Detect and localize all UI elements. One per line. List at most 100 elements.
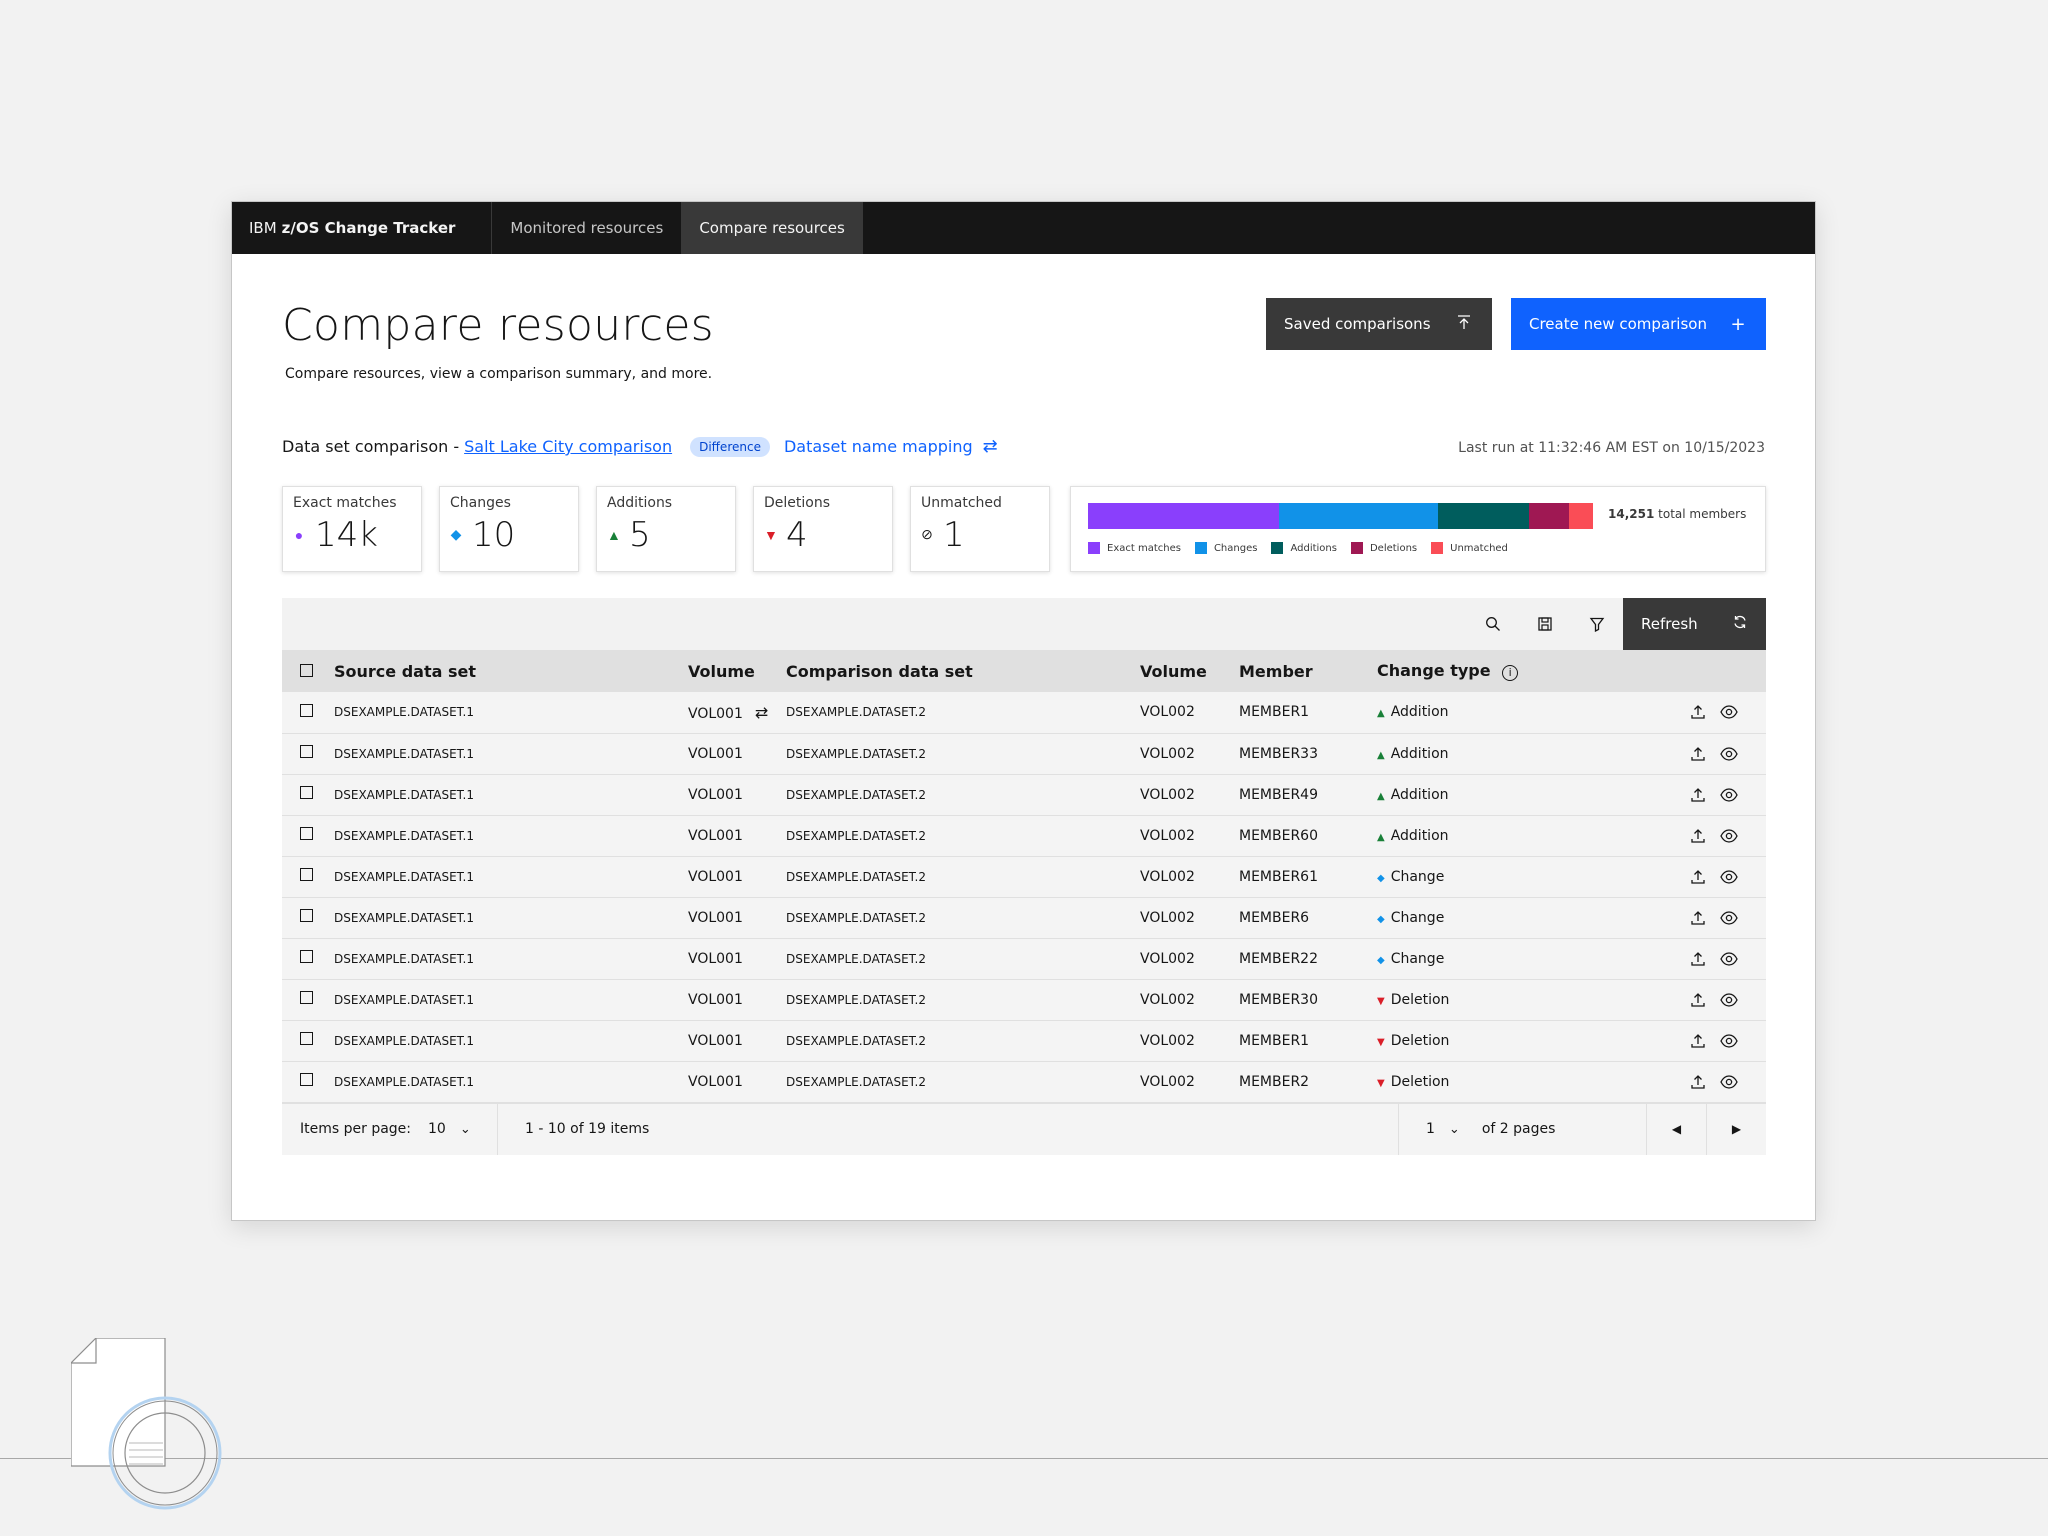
bar-segment-unmatched[interactable]: [1569, 503, 1593, 529]
table-row[interactable]: DSEXAMPLE.DATASET.1 VOL001 DSEXAMPLE.DATAS…: [282, 733, 1766, 774]
row-actions: [1630, 938, 1766, 979]
saved-comparisons-button[interactable]: Saved comparisons: [1266, 298, 1492, 350]
view-icon[interactable]: [1720, 702, 1738, 722]
member-name: MEMBER49: [1239, 786, 1318, 803]
row-checkbox[interactable]: [282, 692, 334, 733]
row-checkbox[interactable]: [282, 856, 334, 897]
member-name: MEMBER30: [1239, 991, 1318, 1008]
card-value: 4: [786, 515, 808, 555]
export-icon[interactable]: [1690, 1031, 1706, 1051]
export-icon[interactable]: [1690, 785, 1706, 805]
export-icon[interactable]: [1690, 867, 1706, 887]
comparison-data-set: DSEXAMPLE.DATASET.2: [786, 828, 927, 843]
export-icon[interactable]: [1690, 744, 1706, 764]
view-icon[interactable]: [1720, 867, 1738, 887]
change-type-label: Addition: [1390, 786, 1449, 803]
view-icon[interactable]: [1720, 1031, 1738, 1051]
table-row[interactable]: DSEXAMPLE.DATASET.1 VOL001 DSEXAMPLE.DATAS…: [282, 815, 1766, 856]
export-icon[interactable]: [1690, 702, 1706, 722]
select-all-checkbox[interactable]: [282, 650, 334, 692]
view-icon[interactable]: [1720, 949, 1738, 969]
row-checkbox[interactable]: [282, 938, 334, 979]
filter-icon[interactable]: [1571, 598, 1623, 650]
view-icon[interactable]: [1720, 785, 1738, 805]
export-icon[interactable]: [1690, 949, 1706, 969]
legend-item: Deletions: [1350, 542, 1417, 554]
next-page-button[interactable]: ▶: [1706, 1103, 1766, 1155]
bar-segment-changes[interactable]: [1278, 503, 1438, 529]
arrows-horizontal-icon[interactable]: ⇄: [755, 703, 768, 722]
row-checkbox[interactable]: [282, 897, 334, 938]
export-icon[interactable]: [1690, 908, 1706, 928]
bar-segment-deletions[interactable]: [1528, 503, 1570, 529]
header-change-type-label: Change type: [1377, 661, 1491, 680]
view-icon[interactable]: [1720, 826, 1738, 846]
row-checkbox[interactable]: [282, 774, 334, 815]
view-icon[interactable]: [1720, 1072, 1738, 1092]
search-icon[interactable]: [1467, 598, 1519, 650]
table-row[interactable]: DSEXAMPLE.DATASET.1 VOL001 DSEXAMPLE.DATAS…: [282, 897, 1766, 938]
table-row[interactable]: DSEXAMPLE.DATASET.1 VOL001 DSEXAMPLE.DATAS…: [282, 938, 1766, 979]
table-row[interactable]: DSEXAMPLE.DATASET.1 VOL001 DSEXAMPLE.DATAS…: [282, 774, 1766, 815]
table-row[interactable]: DSEXAMPLE.DATASET.1 VOL001 DSEXAMPLE.DATAS…: [282, 856, 1766, 897]
comparison-volume: VOL002: [1140, 991, 1195, 1008]
comparison-name-link[interactable]: Salt Lake City comparison: [464, 437, 672, 456]
triangle-down-icon: ▼: [764, 527, 778, 544]
export-icon[interactable]: [1690, 1072, 1706, 1092]
row-checkbox[interactable]: [282, 979, 334, 1020]
bar-segment-exact-matches[interactable]: [1088, 503, 1279, 529]
header-volume-source[interactable]: Volume: [688, 650, 786, 692]
save-icon[interactable]: [1519, 598, 1571, 650]
header-member[interactable]: Member: [1239, 650, 1377, 692]
info-icon[interactable]: i: [1502, 665, 1519, 681]
row-checkbox[interactable]: [282, 815, 334, 856]
row-checkbox[interactable]: [282, 1061, 334, 1102]
legend-swatch: [1194, 542, 1207, 554]
comparison-data-set: DSEXAMPLE.DATASET.2: [786, 787, 927, 802]
brand[interactable]: IBM z/OS Change Tracker: [232, 202, 493, 254]
page-select[interactable]: 1 ⌄: [1426, 1121, 1460, 1137]
caret-right-icon: ▶: [1731, 1122, 1742, 1136]
table-row[interactable]: DSEXAMPLE.DATASET.1 VOL001 DSEXAMPLE.DATAS…: [282, 1020, 1766, 1061]
header-source-data-set[interactable]: Source data set: [334, 650, 688, 692]
tab-monitored-resources[interactable]: Monitored resources: [492, 202, 681, 254]
view-icon[interactable]: [1720, 990, 1738, 1010]
table-row[interactable]: DSEXAMPLE.DATASET.1 VOL001 ⇄ DSEXAMPLE.DATA…: [282, 692, 1766, 733]
table-row[interactable]: DSEXAMPLE.DATASET.1 VOL001 DSEXAMPLE.DATAS…: [282, 1061, 1766, 1102]
create-new-comparison-button[interactable]: Create new comparison +: [1511, 298, 1766, 350]
legend-item: Exact matches: [1088, 542, 1181, 554]
dataset-name-mapping-link[interactable]: Dataset name mapping: [784, 437, 973, 456]
table-row[interactable]: DSEXAMPLE.DATASET.1 VOL001 DSEXAMPLE.DATAS…: [282, 979, 1766, 1020]
bar-segment-additions[interactable]: [1437, 503, 1529, 529]
pagination: Items per page: 10 ⌄ 1 - 10 of 19 items …: [282, 1102, 1766, 1155]
row-checkbox[interactable]: [282, 1020, 334, 1061]
view-icon[interactable]: [1720, 908, 1738, 928]
arrows-horizontal-icon[interactable]: ⇄: [983, 436, 998, 457]
items-per-page-label: Items per page:: [300, 1121, 412, 1137]
row-actions: [1630, 897, 1766, 938]
header-volume-comparison[interactable]: Volume: [1140, 650, 1239, 692]
view-icon[interactable]: [1720, 744, 1738, 764]
header-change-type[interactable]: Change type i: [1377, 650, 1630, 692]
comparison-data-set: DSEXAMPLE.DATASET.2: [786, 1074, 927, 1089]
row-checkbox[interactable]: [282, 733, 334, 774]
triangle-up-icon: ▲: [607, 527, 621, 544]
comparison-volume: VOL002: [1140, 1032, 1195, 1049]
source-volume-cell: VOL001 ⇄: [688, 692, 786, 733]
export-icon[interactable]: [1690, 990, 1706, 1010]
member-name: MEMBER60: [1239, 827, 1318, 844]
source-data-set: DSEXAMPLE.DATASET.1: [334, 1074, 475, 1089]
change-type-label: Change: [1390, 950, 1445, 967]
change-type-cell: ◆ Change: [1377, 856, 1630, 897]
items-per-page-select[interactable]: 10 ⌄: [428, 1121, 471, 1137]
export-icon[interactable]: [1690, 826, 1706, 846]
change-type-cell: ▼ Deletion: [1377, 1061, 1630, 1102]
tab-compare-resources[interactable]: Compare resources: [681, 202, 863, 254]
item-range: 1 - 10 of 19 items: [525, 1121, 650, 1137]
row-actions: [1630, 1020, 1766, 1061]
change-type-marker-icon: ▼: [1377, 995, 1385, 1007]
member-name: MEMBER1: [1239, 704, 1310, 721]
previous-page-button[interactable]: ◀: [1646, 1103, 1706, 1155]
refresh-button[interactable]: Refresh: [1623, 598, 1766, 650]
header-comparison-data-set[interactable]: Comparison data set: [786, 650, 1140, 692]
